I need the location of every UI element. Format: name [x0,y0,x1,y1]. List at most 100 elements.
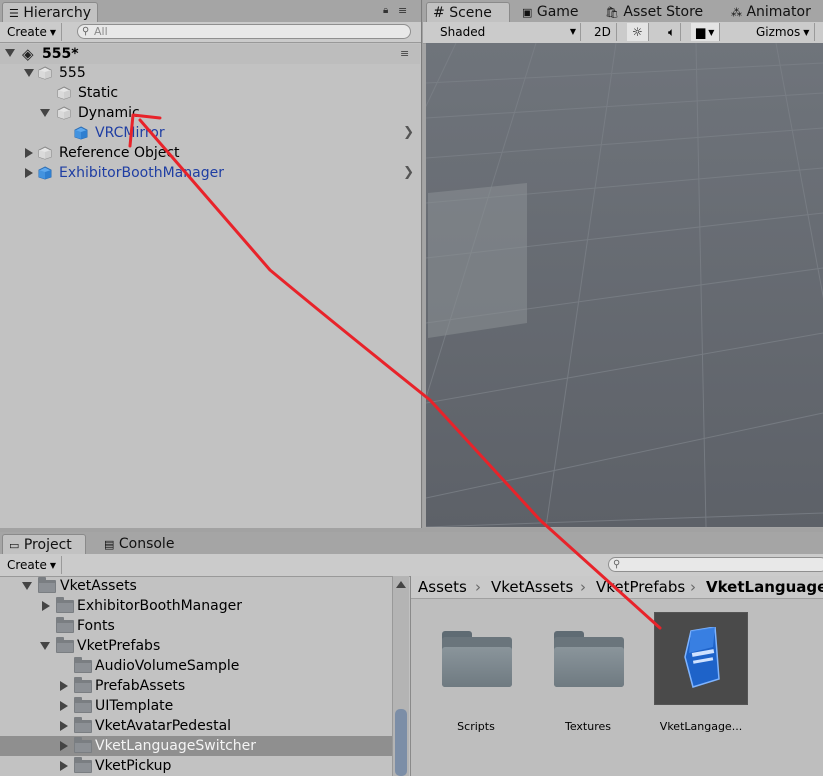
shading-mode-dropdown[interactable]: Shaded ▼ [435,23,581,41]
scene-header-row[interactable]: ◈ 555* ≡ [0,44,420,64]
folder-tree-item[interactable]: VketAvatarPedestal [0,716,392,736]
search-icon: ⚲ [82,26,90,37]
hierarchy-item-reference-object[interactable]: Reference Object [0,143,420,163]
hierarchy-tab-strip: ☰ Hierarchy 🔒︎ ≡ [0,0,421,22]
hierarchy-create-button[interactable]: Create ▼ [2,23,63,41]
asset-item-scripts[interactable]: Scripts [431,628,521,740]
tab-scene[interactable]: # Scene [426,2,510,22]
prefab-thumbnail [654,612,748,705]
tab-hierarchy[interactable]: ☰ Hierarchy [2,2,98,22]
scrollbar-thumb[interactable] [395,709,407,776]
expand-arrow-icon[interactable] [40,642,50,650]
unity-logo-icon: ◈ [22,45,34,63]
scene-toolbar: Shaded ▼ 2D ☼ 🔈︎ ▆ ▼ Gizmos ▼ [423,22,823,44]
project-create-button[interactable]: Create ▼ [2,556,63,574]
folder-tree-item[interactable]: UITemplate [0,696,392,716]
folder-icon [56,617,74,633]
toggle-2d-button[interactable]: 2D [589,23,617,41]
expand-arrow-icon[interactable] [22,582,32,590]
scene-tab-strip: # Scene ▣ Game 🛍︎ Asset Store ⁂ Animator [423,0,823,22]
folder-icon [74,757,92,773]
tab-console[interactable]: ▤ Console [98,534,180,554]
hierarchy-item-vrcmirror[interactable]: VRCMirror ❯ [0,123,420,143]
breadcrumb-item[interactable]: VketAssets [491,576,573,598]
project-tab-strip: ▭ Project ▤ Console [0,532,823,554]
hierarchy-item-dynamic[interactable]: Dynamic [0,103,420,123]
breadcrumb-item-current[interactable]: VketLanguageSwitcher [706,576,823,598]
scene-name: 555* [42,46,79,62]
folder-tree-item[interactable]: Fonts [0,616,392,636]
hierarchy-item-static[interactable]: Static [0,83,420,103]
image-icon: ▆ [696,25,706,39]
folder-icon [74,737,92,753]
folder-tree-item[interactable]: VketPickup [0,756,392,776]
prefab-cube-icon [38,166,52,180]
collapsed-arrow-icon[interactable] [42,601,50,611]
breadcrumb: Assets › VketAssets › VketPrefabs › Vket… [411,576,823,599]
asset-item-textures[interactable]: Textures [543,628,633,740]
folder-icon [74,657,92,673]
shopping-bag-icon: 🛍︎ [605,6,619,19]
breadcrumb-item[interactable]: VketPrefabs [596,576,685,598]
folder-tree-scrollbar[interactable] [392,576,409,776]
reference-plane [428,183,527,338]
panel-menu-icon[interactable]: ≡ [398,4,407,17]
folder-icon: ▭ [9,539,20,552]
animator-icon: ⁂ [731,6,742,19]
hierarchy-search-input[interactable]: ⚲ All [77,24,411,39]
breadcrumb-item[interactable]: Assets [418,576,467,598]
collapsed-arrow-icon[interactable] [60,681,68,691]
lighting-toggle[interactable]: ☼ [627,23,649,41]
folder-icon [554,631,624,687]
chevron-right-icon[interactable]: ❯ [403,163,414,183]
folder-tree-item[interactable]: ExhibitorBoothManager [0,596,392,616]
scene-viewport[interactable] [426,43,823,527]
collapsed-arrow-icon[interactable] [60,741,68,751]
scroll-up-arrow-icon[interactable] [396,581,406,588]
folder-tree-item[interactable]: VketAssets [0,576,392,596]
folder-icon [74,697,92,713]
collapsed-arrow-icon[interactable] [60,701,68,711]
asset-browser: Assets › VketAssets › VketPrefabs › Vket… [410,576,823,776]
collapsed-arrow-icon[interactable] [25,168,33,178]
tab-asset-store[interactable]: 🛍︎ Asset Store [599,2,709,22]
chevron-right-icon[interactable]: ❯ [403,123,414,143]
folder-tree-item[interactable]: VketPrefabs [0,636,392,656]
asset-item-vket-language-switcher[interactable]: VketLangage... [654,612,748,740]
hierarchy-toolbar: Create ▼ ⚲ All [0,22,421,43]
tab-animator[interactable]: ⁂ Animator [725,2,817,22]
folder-icon [38,577,56,593]
game-icon: ▣ [522,6,533,19]
expand-arrow-icon[interactable] [5,49,15,57]
list-icon: ☰ [9,7,19,20]
collapsed-arrow-icon[interactable] [25,148,33,158]
expand-arrow-icon[interactable] [24,69,34,77]
scene-menu-icon[interactable]: ≡ [400,44,409,64]
tab-game[interactable]: ▣ Game [516,2,585,22]
hierarchy-item-exhibitor-booth-manager[interactable]: ExhibitorBoothManager ❯ [0,163,420,183]
speaker-icon: 🔈︎ [668,25,676,39]
folder-icon [56,637,74,653]
gameobject-cube-icon [38,66,52,80]
grid-icon: # [433,5,445,21]
breadcrumb-separator-icon: › [690,578,696,596]
effects-toggle[interactable]: ▆ ▼ [691,23,721,41]
audio-toggle[interactable]: 🔈︎ [663,23,682,41]
breadcrumb-separator-icon: › [580,578,586,596]
console-icon: ▤ [104,538,115,551]
project-folder-tree: VketAssets ExhibitorBoothManager Fonts V… [0,576,409,776]
project-panel: ▭ Project ▤ Console Create ▼ ⚲ VketAssets… [0,532,823,776]
collapsed-arrow-icon[interactable] [60,721,68,731]
tab-project[interactable]: ▭ Project [2,534,86,554]
hierarchy-item-555[interactable]: 555 [0,63,420,83]
expand-arrow-icon[interactable] [40,109,50,117]
collapsed-arrow-icon[interactable] [60,761,68,771]
lock-icon[interactable]: 🔒︎ [383,5,388,16]
project-search-input[interactable]: ⚲ [608,557,823,572]
folder-tree-item[interactable]: AudioVolumeSample [0,656,392,676]
folder-icon [74,677,92,693]
gizmos-dropdown[interactable]: Gizmos ▼ [751,23,816,41]
folder-tree-item-selected[interactable]: VketLanguageSwitcher [0,736,392,756]
scene-grid [426,43,823,527]
folder-tree-item[interactable]: PrefabAssets [0,676,392,696]
